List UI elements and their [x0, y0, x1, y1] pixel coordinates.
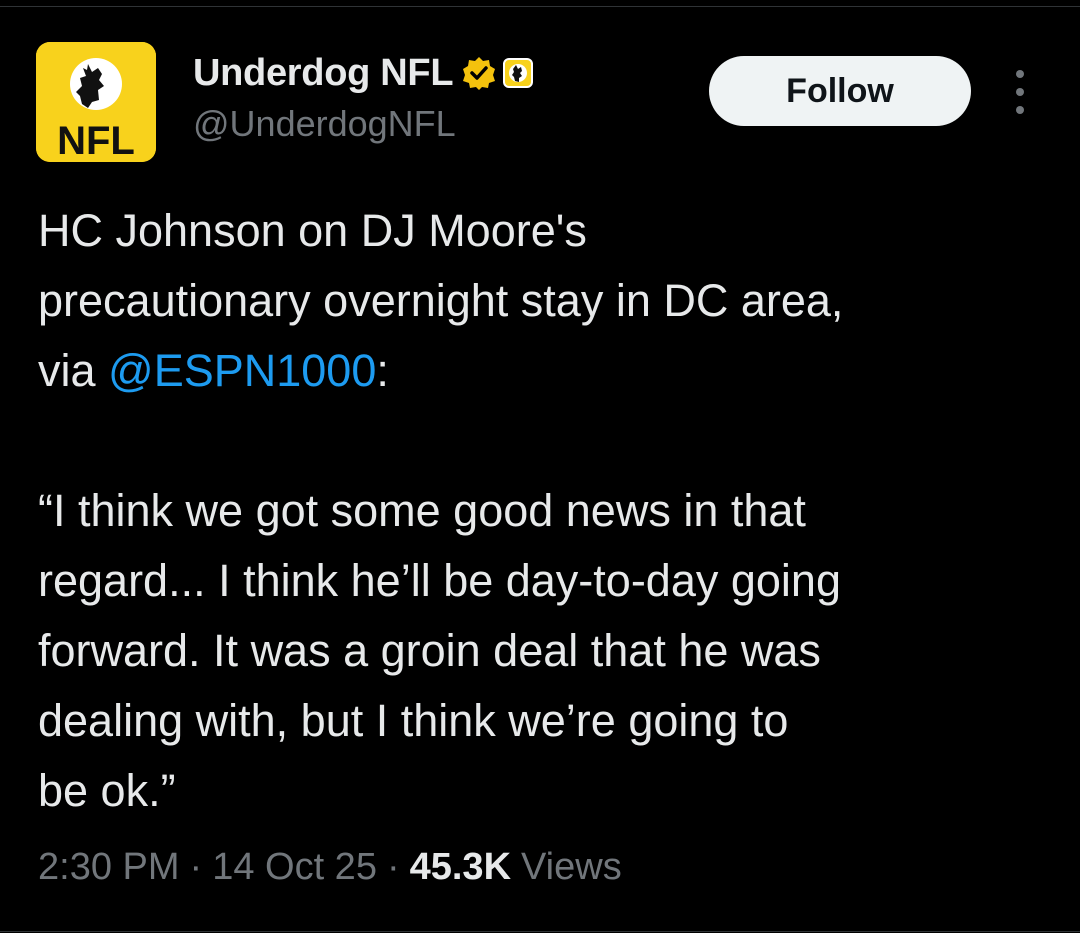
follow-button[interactable]: Follow	[709, 56, 971, 126]
bottom-divider	[0, 931, 1080, 932]
more-dot	[1016, 70, 1024, 78]
views-label[interactable]: Views	[521, 846, 622, 889]
underdog-logo-icon: NFL	[36, 42, 156, 162]
tweet-date[interactable]: 14 Oct 25	[212, 846, 377, 889]
affiliate-badge-icon[interactable]	[503, 58, 534, 88]
meta-separator: ·	[189, 845, 203, 888]
tweet-quote-text: “I think we got some good news in that r…	[38, 485, 841, 816]
avatar-label: NFL	[57, 119, 135, 162]
meta-separator: ·	[386, 845, 400, 888]
mention-link[interactable]: @ESPN1000	[108, 345, 376, 396]
author-handle[interactable]: @UnderdogNFL	[193, 103, 456, 145]
avatar[interactable]: NFL	[36, 42, 156, 162]
tweet-meta: 2:30 PM · 14 Oct 25 · 45.3K Views	[38, 840, 622, 894]
more-dot	[1016, 106, 1024, 114]
views-count[interactable]: 45.3K	[410, 846, 511, 889]
author-display-name[interactable]: Underdog NFL	[193, 52, 454, 95]
author-name-row: Underdog NFL	[193, 50, 534, 96]
tweet-time[interactable]: 2:30 PM	[38, 846, 180, 889]
tweet-intro-colon: :	[376, 345, 389, 396]
more-vertical-icon[interactable]	[1004, 70, 1036, 114]
top-divider	[0, 6, 1080, 7]
verified-badge-icon[interactable]	[461, 55, 497, 91]
more-dot	[1016, 88, 1024, 96]
tweet-text: HC Johnson on DJ Moore's precautionary o…	[38, 196, 1048, 826]
